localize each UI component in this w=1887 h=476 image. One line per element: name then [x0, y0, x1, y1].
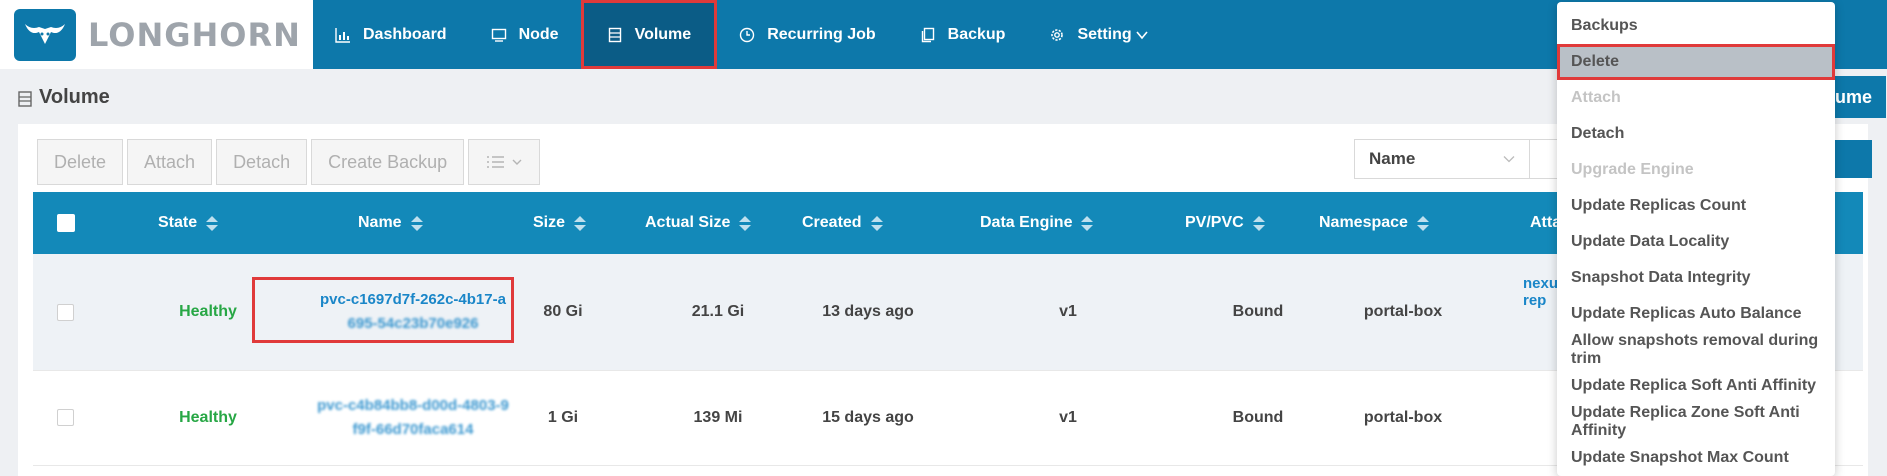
nav-node[interactable]: Node — [469, 0, 581, 69]
sort-icon — [410, 215, 423, 231]
data-engine-cell: v1 — [1059, 409, 1077, 426]
row-checkbox[interactable] — [57, 304, 74, 321]
menu-item-update-data-locality[interactable]: Update Data Locality — [1557, 224, 1835, 260]
sort-icon — [574, 215, 587, 231]
menu-item-attach[interactable]: Attach — [1557, 80, 1835, 116]
column-header-size[interactable]: Size — [533, 192, 587, 254]
row-checkbox[interactable] — [57, 409, 74, 426]
logo[interactable]: LONGHORN — [0, 0, 313, 69]
filter-value-input[interactable] — [1530, 139, 1560, 179]
menu-item-allow-snapshots-removal[interactable]: Allow snapshots removal during trim — [1557, 332, 1835, 368]
menu-item-upgrade-engine[interactable]: Upgrade Engine — [1557, 152, 1835, 188]
filter-field-value: Name — [1369, 149, 1416, 168]
menu-item-update-replicas-count[interactable]: Update Replicas Count — [1557, 188, 1835, 224]
sort-icon — [1416, 215, 1429, 231]
monitor-icon — [491, 27, 507, 43]
size-cell: 1 Gi — [547, 409, 579, 426]
nav-label: Dashboard — [363, 25, 447, 43]
size-cell: 80 Gi — [543, 303, 583, 320]
menu-item-delete[interactable]: Delete — [1557, 44, 1835, 80]
actual-size-cell: 21.1 Gi — [691, 303, 745, 320]
namespace-cell: portal-box — [1363, 409, 1443, 426]
page-title: Volume — [18, 86, 110, 109]
menu-item-update-snapshot-max-count[interactable]: Update Snapshot Max Count — [1557, 440, 1835, 476]
filter-field-select[interactable]: Name — [1354, 139, 1530, 179]
longhorn-logo-icon — [14, 8, 76, 61]
sort-icon — [206, 215, 219, 231]
chevron-down-icon — [512, 158, 522, 166]
data-engine-cell: v1 — [1059, 303, 1077, 320]
database-icon — [18, 90, 32, 107]
namespace-cell: portal-box — [1363, 303, 1443, 320]
menu-item-detach[interactable]: Detach — [1557, 116, 1835, 152]
nav-volume[interactable]: Volume — [580, 0, 718, 69]
name-highlight-box — [252, 277, 514, 343]
actual-size-cell: 139 Mi — [693, 409, 743, 426]
nav-label: Recurring Job — [767, 25, 876, 43]
chevron-down-icon — [1136, 30, 1148, 40]
nav-label: Volume — [634, 25, 692, 43]
clock-icon — [739, 27, 755, 43]
nav-backup[interactable]: Backup — [898, 0, 1028, 69]
logo-text: LONGHORN — [88, 15, 301, 54]
column-header-state[interactable]: State — [158, 192, 219, 254]
database-icon — [607, 27, 623, 43]
bar-chart-icon — [335, 27, 351, 43]
menu-item-backups[interactable]: Backups — [1557, 8, 1835, 44]
sort-icon — [1252, 215, 1265, 231]
column-header-actual-size[interactable]: Actual Size — [645, 192, 752, 254]
main-nav: Dashboard Node Volume Recurring Job Back… — [313, 0, 1170, 69]
created-cell: 13 days ago — [822, 303, 914, 320]
sort-icon — [739, 215, 752, 231]
nav-dashboard[interactable]: Dashboard — [313, 0, 469, 69]
menu-item-snapshot-data-integrity[interactable]: Snapshot Data Integrity — [1557, 260, 1835, 296]
copy-icon — [920, 27, 936, 43]
nav-label: Setting — [1077, 25, 1132, 43]
column-header-data-engine[interactable]: Data Engine — [980, 192, 1094, 254]
menu-item-update-replicas-auto-balance[interactable]: Update Replicas Auto Balance — [1557, 296, 1835, 332]
nav-label: Node — [518, 25, 559, 43]
column-header-created[interactable]: Created — [802, 192, 883, 254]
nav-setting[interactable]: Setting — [1027, 0, 1169, 69]
menu-item-update-replica-zone-soft-anti-affinity[interactable]: Update Replica Zone Soft Anti Affinity — [1557, 404, 1835, 440]
column-header-namespace[interactable]: Namespace — [1319, 192, 1429, 254]
gear-icon — [1049, 27, 1065, 43]
state-cell: Healthy — [179, 409, 237, 426]
bulk-actions-toolbar: Delete Attach Detach Create Backup — [37, 139, 541, 185]
actions-dropdown-menu: Backups Delete Attach Detach Upgrade Eng… — [1557, 2, 1835, 476]
column-header-pv-pvc[interactable]: PV/PVC — [1185, 192, 1265, 254]
create-backup-button[interactable]: Create Backup — [311, 139, 465, 185]
delete-button[interactable]: Delete — [37, 139, 124, 185]
more-actions-button[interactable] — [468, 139, 541, 185]
attach-button[interactable]: Attach — [127, 139, 213, 185]
created-cell: 15 days ago — [822, 409, 914, 426]
select-all-checkbox[interactable] — [57, 214, 75, 232]
chevron-down-icon — [1503, 155, 1515, 163]
page-title-text: Volume — [39, 86, 110, 108]
nav-label: Backup — [947, 25, 1006, 43]
nav-recurring-job[interactable]: Recurring Job — [717, 0, 897, 69]
column-header-name[interactable]: Name — [358, 192, 423, 254]
sort-icon — [1081, 215, 1094, 231]
menu-item-update-replica-soft-anti-affinity[interactable]: Update Replica Soft Anti Affinity — [1557, 368, 1835, 404]
list-icon — [486, 155, 508, 169]
sort-icon — [870, 215, 883, 231]
detach-button[interactable]: Detach — [216, 139, 308, 185]
